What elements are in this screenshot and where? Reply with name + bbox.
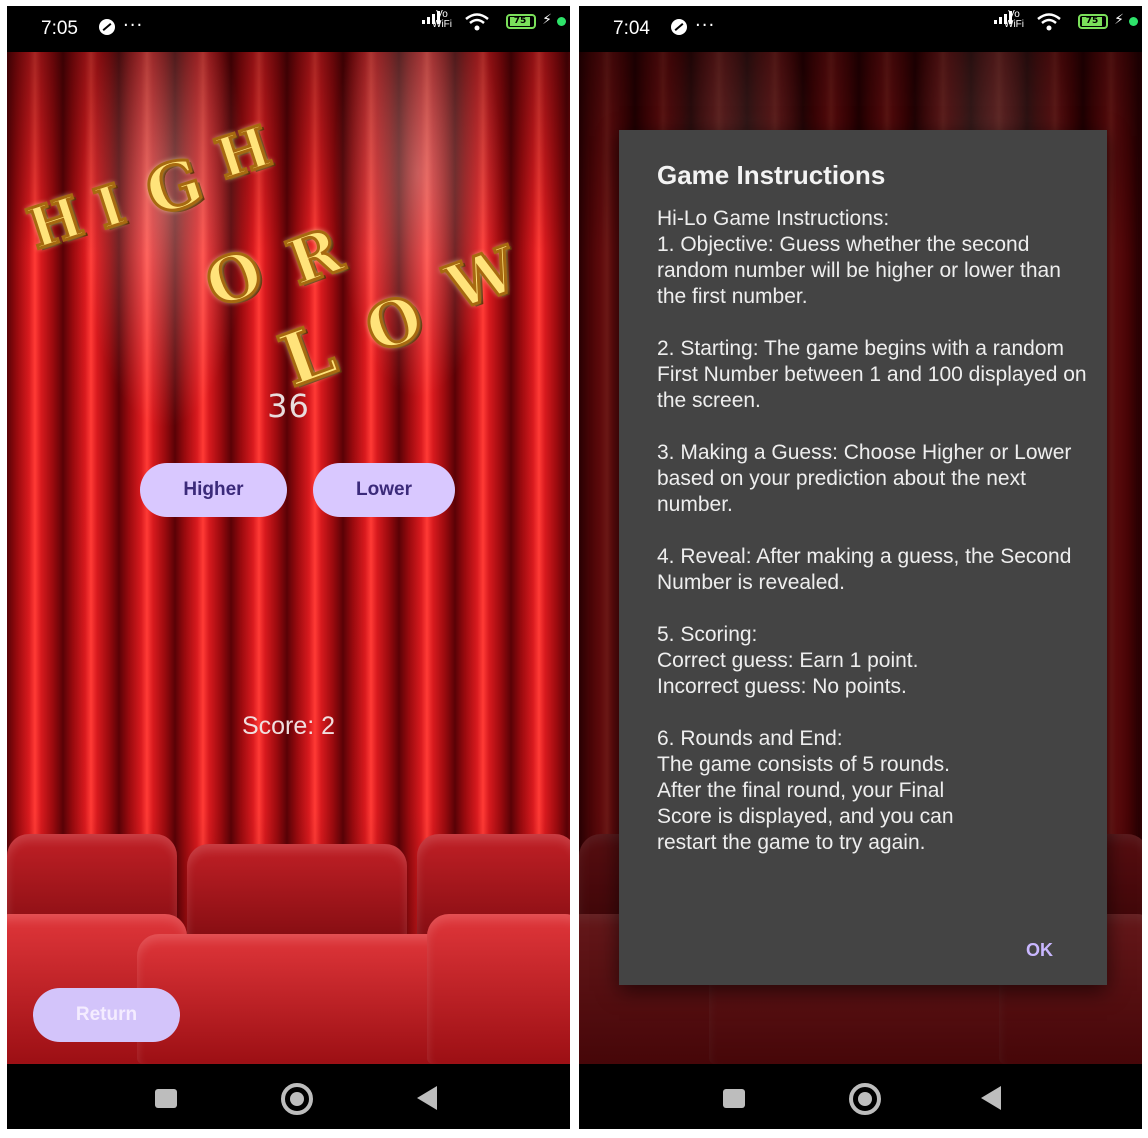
more-notifications-icon: ··· (123, 15, 144, 36)
recents-icon[interactable] (723, 1089, 745, 1108)
return-button[interactable]: Return (33, 988, 180, 1042)
home-icon[interactable] (849, 1083, 881, 1115)
curtain-background: H I G H O R L O W 36 Higher Lower Score:… (7, 52, 570, 1064)
high-or-low-logo: H I G H O R L O W (19, 92, 557, 405)
vowifi-bottom: WiFi (432, 19, 452, 30)
battery-icon: 75 (506, 14, 536, 29)
logo-letter: O (355, 278, 434, 368)
wifi-icon (465, 13, 489, 31)
navigation-bar (579, 1064, 1142, 1129)
more-notifications-icon: ··· (695, 15, 716, 36)
vowifi-icon: Vo WiFi (1004, 10, 1024, 30)
status-bar: 7:04 ··· Vo WiFi 75 ⚡ (579, 6, 1142, 52)
current-number: 36 (267, 387, 310, 425)
instruction-paragraph: 2. Starting: The game begins with a rand… (657, 337, 1087, 412)
instruction-paragraph: 5. Scoring: Correct guess: Earn 1 point.… (657, 623, 919, 698)
battery-level: 75 (510, 17, 530, 26)
ok-button[interactable]: OK (1026, 940, 1053, 961)
logo-letter: O (195, 233, 274, 323)
logo-letter: I (86, 170, 134, 244)
battery-icon: 75 (1078, 14, 1108, 29)
dnd-icon (99, 19, 115, 35)
active-dot-icon (1129, 17, 1138, 26)
back-icon[interactable] (981, 1086, 1001, 1110)
vowifi-icon: Vo WiFi (432, 10, 452, 30)
logo-letter: R (277, 212, 353, 301)
vowifi-bottom: WiFi (1004, 19, 1024, 30)
active-dot-icon (557, 17, 566, 26)
battery-level: 75 (1082, 17, 1102, 26)
back-icon[interactable] (417, 1086, 437, 1110)
logo-letter: W (435, 231, 528, 326)
home-icon[interactable] (281, 1083, 313, 1115)
status-time: 7:04 (613, 18, 650, 39)
navigation-bar (7, 1064, 570, 1129)
wifi-icon (1037, 13, 1061, 31)
dialog-title: Game Instructions (657, 160, 886, 190)
status-bar: 7:05 ··· Vo WiFi 75 ⚡ (7, 6, 570, 52)
logo-letter: H (207, 112, 281, 194)
status-time: 7:05 (41, 18, 78, 39)
logo-letter: H (19, 182, 93, 264)
dialog-body: Hi-Lo Game Instructions: 1. Objective: G… (657, 206, 1087, 882)
charging-icon: ⚡ (542, 12, 552, 28)
instructions-screen: 7:04 ··· Vo WiFi 75 ⚡ Game Instructions … (579, 6, 1142, 1129)
game-screen: 7:05 ··· Vo WiFi 75 ⚡ H I G H O R L O W (7, 6, 570, 1129)
charging-icon: ⚡ (1114, 12, 1124, 28)
instruction-paragraph: 4. Reveal: After making a guess, the Sec… (657, 545, 1072, 594)
lower-button[interactable]: Lower (313, 463, 455, 517)
score-label: Score: 2 (241, 712, 336, 740)
instruction-paragraph: 6. Rounds and End: The game consists of … (657, 727, 954, 854)
recents-icon[interactable] (155, 1089, 177, 1108)
instruction-paragraph: Hi-Lo Game Instructions: 1. Objective: G… (657, 207, 1061, 308)
logo-letter: G (135, 142, 213, 233)
dnd-icon (671, 19, 687, 35)
instructions-dialog: Game Instructions Hi-Lo Game Instruction… (619, 130, 1107, 985)
instruction-paragraph: 3. Making a Guess: Choose Higher or Lowe… (657, 441, 1072, 516)
higher-button[interactable]: Higher (140, 463, 287, 517)
